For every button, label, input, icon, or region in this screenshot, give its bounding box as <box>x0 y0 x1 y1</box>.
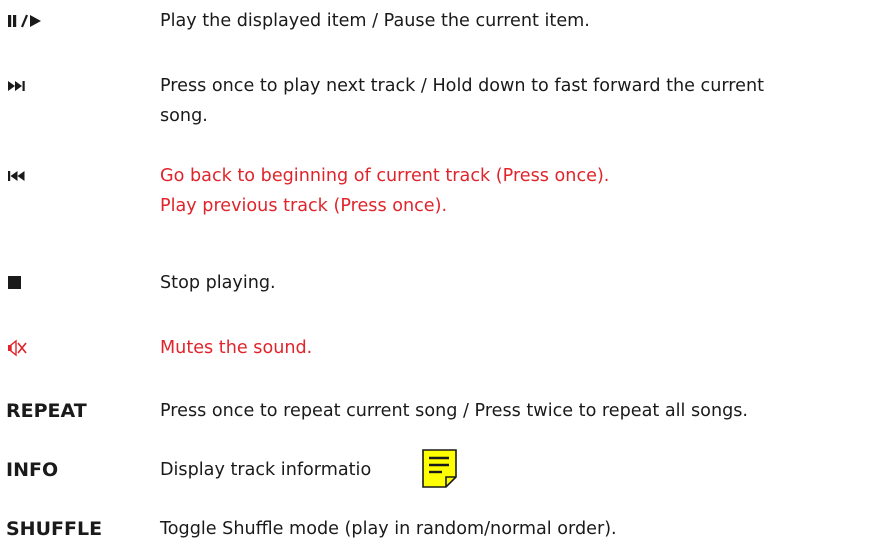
shuffle-description: Toggle Shuffle mode (play in random/norm… <box>160 519 617 539</box>
info-description: Display track informatio <box>160 460 372 480</box>
play-pause-description: Play the displayed item / Pause the curr… <box>160 11 590 31</box>
previous-track-description: Go back to beginning of current track (P… <box>160 166 610 216</box>
play-pause-icon <box>8 6 46 36</box>
mute-description: Mutes the sound. <box>160 338 313 358</box>
repeat-key-label: REPEAT <box>6 400 87 422</box>
next-track-description: Press once to play next track / Hold dow… <box>160 76 765 126</box>
repeat-description: Press once to repeat current song / Pres… <box>160 401 749 421</box>
shuffle-key-label: SHUFFLE <box>6 518 103 540</box>
stop-description: Stop playing. <box>160 273 276 293</box>
info-key-label: INFO <box>6 459 59 481</box>
next-track-icon <box>8 71 30 101</box>
sticky-note-icon[interactable] <box>422 449 458 489</box>
stop-icon <box>8 268 24 298</box>
previous-track-icon <box>8 161 30 191</box>
mute-icon <box>8 333 30 363</box>
